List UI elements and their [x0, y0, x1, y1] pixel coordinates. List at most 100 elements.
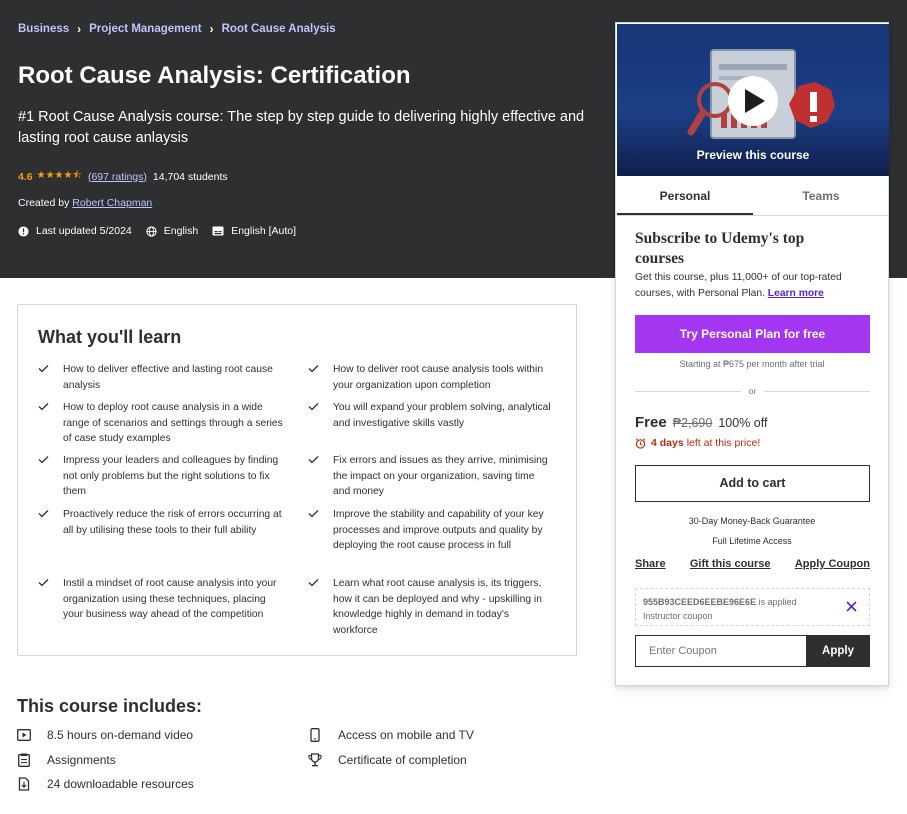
- original-price: ₱2,690: [672, 416, 713, 430]
- learn-item-text: Fix errors and issues as they arrive, mi…: [333, 455, 548, 498]
- breadcrumb-project-management[interactable]: Project Management: [89, 23, 201, 35]
- apply-button[interactable]: Apply: [806, 635, 870, 667]
- captions: English [Auto]: [212, 225, 296, 237]
- coupon-applied-text: is applied: [758, 597, 797, 607]
- breadcrumb: Business › Project Management › Root Cau…: [18, 22, 336, 36]
- chevron-right-icon: ›: [209, 22, 214, 36]
- breadcrumb-root-cause-analysis[interactable]: Root Cause Analysis: [222, 23, 336, 35]
- coupon-info: 955B93CEED6EEBE96E6E is applied Instruct…: [643, 595, 797, 623]
- tab-teams[interactable]: Teams: [753, 177, 889, 215]
- applied-coupon: 955B93CEED6EEBE96E6E is applied Instruct…: [635, 588, 870, 626]
- close-icon[interactable]: [846, 601, 857, 612]
- learn-item: Improve the stability and capability of …: [308, 507, 553, 554]
- learn-item-text: How to deliver effective and lasting roo…: [63, 364, 273, 391]
- tab-personal[interactable]: Personal: [617, 177, 753, 215]
- created-by-label: Created by: [18, 197, 70, 209]
- include-item-label: Access on mobile and TV: [338, 728, 474, 742]
- assignment-icon: [18, 753, 30, 767]
- star-rating-icon: ★★★★⯪: [36, 170, 82, 181]
- learn-item: You will expand your problem solving, an…: [308, 400, 553, 431]
- plan-tabs: Personal Teams: [617, 177, 889, 216]
- learn-item-text: Learn what root cause analysis is, its t…: [333, 578, 542, 636]
- check-icon: [308, 576, 333, 638]
- learn-item: Proactively reduce the risk of errors oc…: [38, 507, 283, 538]
- course-preview[interactable]: Preview this course: [617, 24, 889, 176]
- learn-item: Learn what root cause analysis is, its t…: [308, 576, 553, 638]
- price-row: Free ₱2,690 100% off: [635, 414, 767, 431]
- globe-icon: [146, 225, 157, 237]
- share-button[interactable]: Share: [635, 558, 666, 570]
- include-item: 8.5 hours on-demand video: [17, 728, 193, 742]
- current-price: Free: [635, 414, 667, 431]
- created-by: Created by Robert Chapman: [18, 197, 152, 209]
- include-item-label: Certificate of completion: [338, 753, 467, 767]
- closed-captions-icon: [212, 226, 224, 236]
- video-icon: [17, 729, 31, 741]
- captions-text: English [Auto]: [231, 225, 297, 237]
- chevron-right-icon: ›: [77, 22, 82, 36]
- course-meta: Last updated 5/2024 English English [Aut…: [18, 225, 310, 237]
- language-text: English: [163, 225, 199, 237]
- check-icon: [38, 576, 63, 623]
- include-item: 24 downloadable resources: [17, 777, 194, 791]
- include-item: Certificate of completion: [308, 753, 467, 767]
- price-countdown: 4 days left at this price!: [635, 437, 760, 449]
- gift-course-button[interactable]: Gift this course: [690, 558, 771, 570]
- check-icon: [308, 453, 333, 500]
- breadcrumb-business[interactable]: Business: [18, 23, 69, 35]
- learn-more-link[interactable]: Learn more: [768, 288, 824, 299]
- money-back-guarantee: 30-Day Money-Back Guarantee: [688, 516, 816, 526]
- what-youll-learn: What you'll learn How to deliver effecti…: [17, 304, 577, 656]
- add-to-cart-button[interactable]: Add to cart: [635, 465, 870, 502]
- include-item-label: 8.5 hours on-demand video: [47, 728, 194, 742]
- preview-label: Preview this course: [696, 148, 810, 162]
- include-item-label: Assignments: [47, 753, 116, 767]
- ratings-count-link[interactable]: (697 ratings): [88, 171, 147, 183]
- or-divider: or: [635, 386, 870, 396]
- last-updated-text: Last updated 5/2024: [36, 225, 132, 237]
- learn-item-text: How to deploy root cause analysis in a w…: [63, 402, 283, 445]
- starting-price-note: Starting at ₱675 per month after trial: [679, 359, 825, 369]
- alert-badge-icon: [18, 225, 29, 237]
- try-personal-plan-button[interactable]: Try Personal Plan for free: [635, 315, 870, 353]
- student-count: 14,704 students: [152, 170, 228, 183]
- coupon-input[interactable]: [635, 635, 806, 667]
- language: English: [146, 225, 198, 237]
- coupon-code: 955B93CEED6EEBE96E6E: [643, 597, 757, 607]
- learn-item: Impress your leaders and colleagues by f…: [38, 453, 283, 500]
- days-left-suffix: left at this price!: [686, 437, 761, 449]
- last-updated: Last updated 5/2024: [18, 225, 132, 237]
- learn-item-text: Impress your leaders and colleagues by f…: [63, 455, 279, 498]
- learn-item-text: Improve the stability and capability of …: [333, 509, 544, 552]
- learn-item: How to deploy root cause analysis in a w…: [38, 400, 283, 447]
- include-item-label: 24 downloadable resources: [47, 777, 194, 791]
- include-item: Access on mobile and TV: [308, 728, 474, 742]
- include-item: Assignments: [17, 753, 116, 767]
- check-icon: [38, 400, 63, 447]
- subscribe-description: Get this course, plus 11,000+ of our top…: [635, 270, 875, 302]
- coupon-type: Instructor coupon: [643, 611, 713, 621]
- mobile-icon: [310, 728, 320, 742]
- trophy-icon: [308, 753, 322, 767]
- check-icon: [38, 453, 63, 500]
- course-title: Root Cause Analysis: Certification: [18, 62, 411, 89]
- purchase-sidebar: Preview this course Personal Teams Subsc…: [615, 22, 889, 686]
- alarm-clock-icon: [635, 437, 646, 449]
- lifetime-access: Full Lifetime Access: [712, 536, 792, 546]
- learn-item: How to deliver effective and lasting roo…: [38, 362, 283, 393]
- learn-item: How to deliver root cause analysis tools…: [308, 362, 553, 393]
- course-subtitle: #1 Root Cause Analysis course: The step …: [18, 109, 585, 146]
- rating-value: 4.6: [18, 170, 33, 183]
- check-icon: [308, 507, 333, 554]
- includes-heading: This course includes:: [17, 696, 203, 716]
- learn-heading: What you'll learn: [38, 327, 182, 347]
- learn-item-text: Proactively reduce the risk of errors oc…: [63, 509, 282, 536]
- apply-coupon-button[interactable]: Apply Coupon: [795, 558, 870, 570]
- check-icon: [38, 362, 63, 393]
- learn-item: Fix errors and issues as they arrive, mi…: [308, 453, 553, 500]
- author-link[interactable]: Robert Chapman: [72, 197, 152, 209]
- learn-item-text: You will expand your problem solving, an…: [333, 402, 551, 429]
- or-text: or: [740, 386, 765, 396]
- learn-item-text: How to deliver root cause analysis tools…: [333, 364, 544, 391]
- days-left: 4 days: [651, 437, 684, 449]
